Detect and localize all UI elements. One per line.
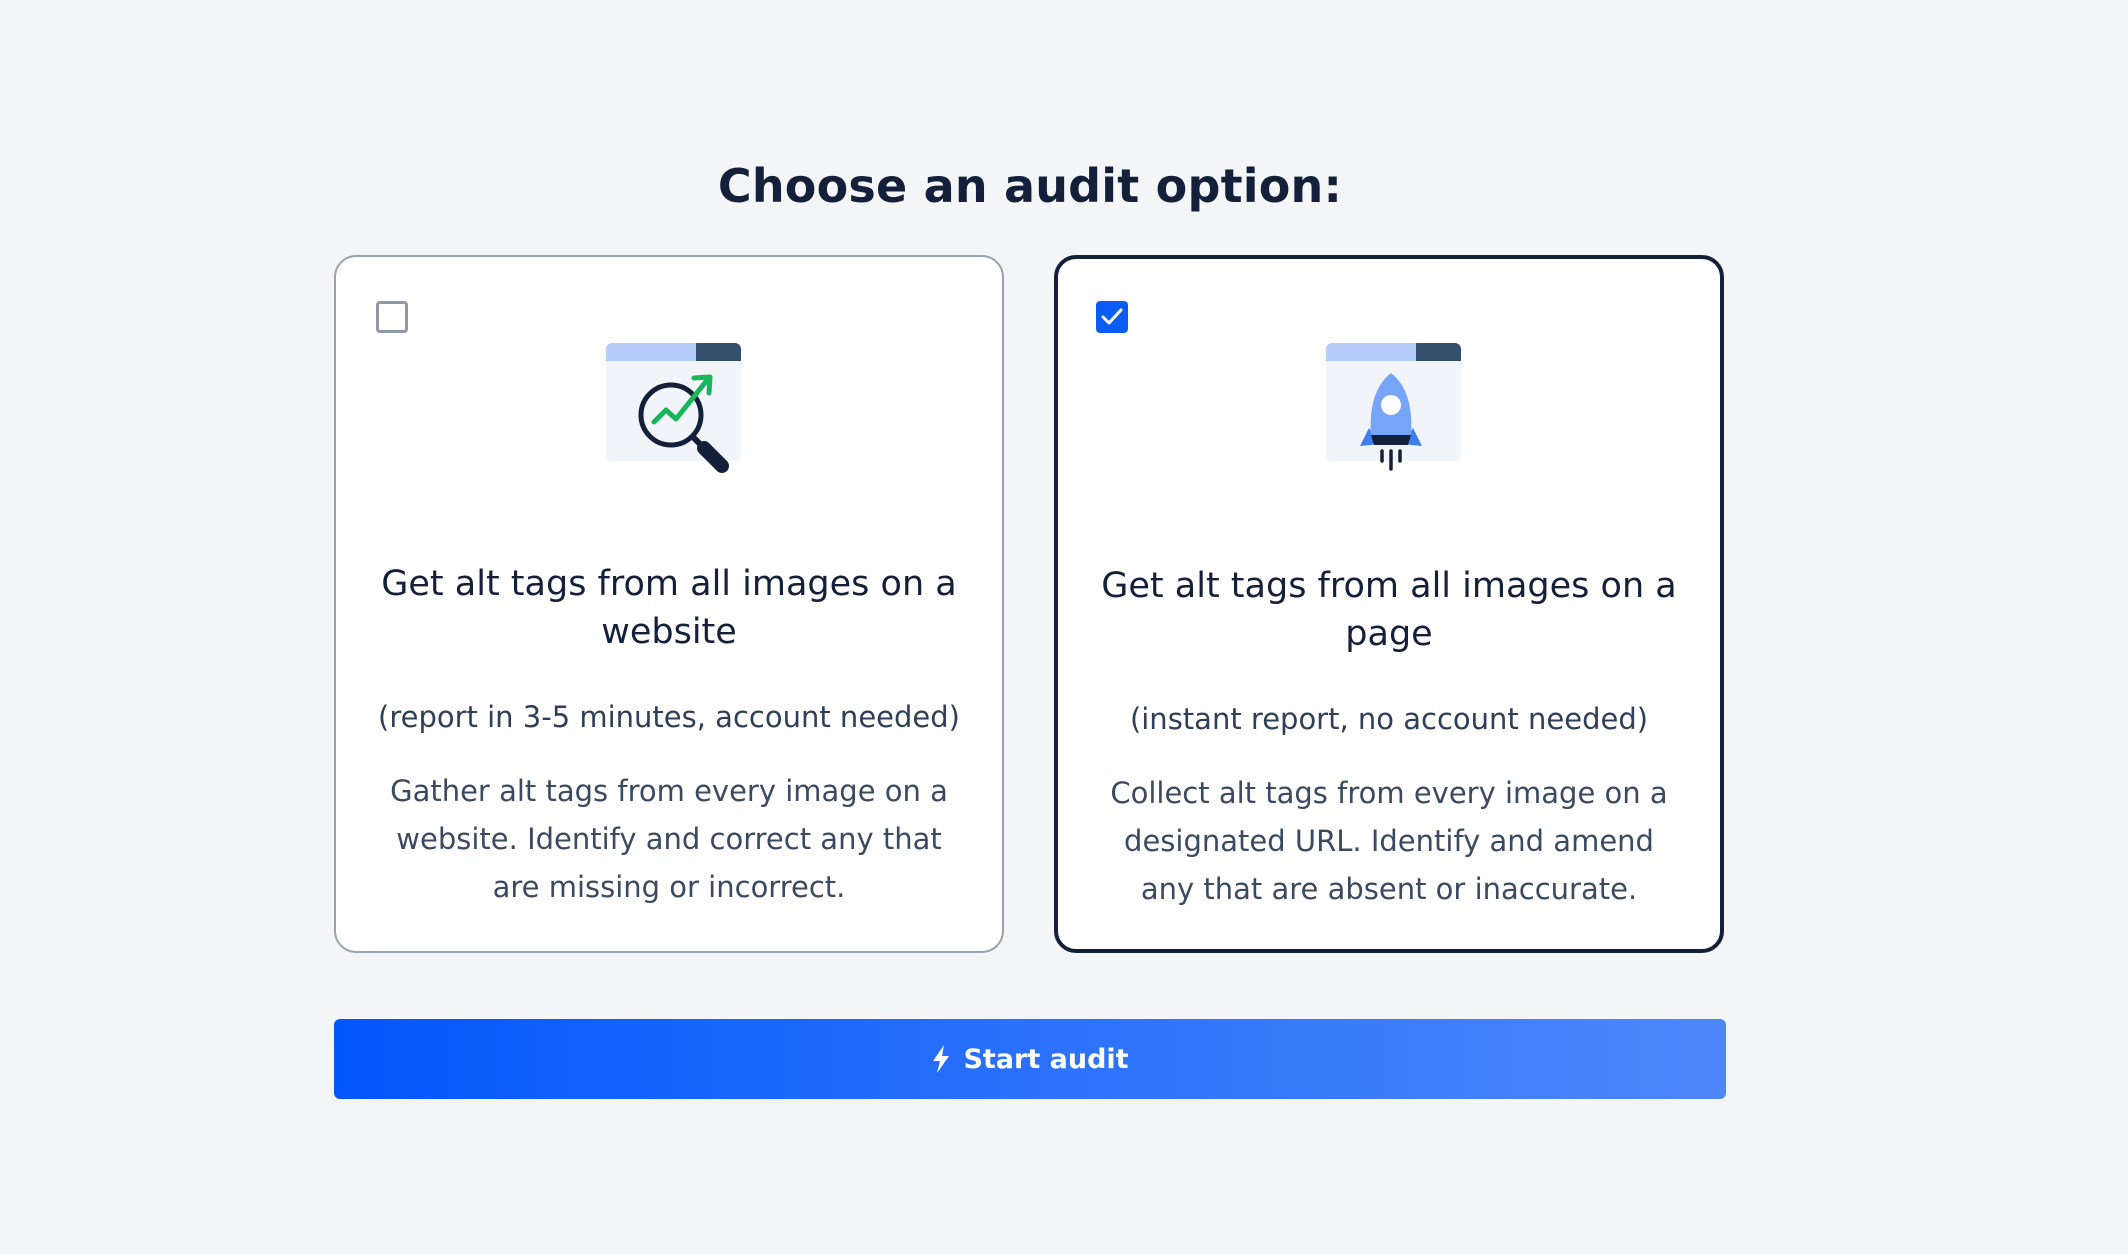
magnifier-chart-icon	[606, 343, 741, 473]
website-option-subtitle: (report in 3-5 minutes, account needed)	[378, 700, 960, 734]
audit-option-website-card[interactable]: Get alt tags from all images on a websit…	[334, 255, 1004, 953]
start-audit-button[interactable]: Start audit	[334, 1019, 1726, 1099]
start-audit-label: Start audit	[963, 1043, 1129, 1075]
rocket-icon	[1326, 343, 1461, 471]
website-option-title: Get alt tags from all images on a websit…	[381, 564, 957, 652]
page-option-subtitle: (instant report, no account needed)	[1129, 702, 1649, 736]
page-option-description: Collect alt tags from every image on a d…	[1110, 776, 1668, 906]
audit-option-page-card[interactable]: Get alt tags from all images on a page (…	[1054, 255, 1724, 953]
page-title: Choose an audit option:	[717, 158, 1343, 213]
page-option-title: Get alt tags from all images on a page	[1101, 566, 1677, 654]
checkmark-icon	[1101, 308, 1123, 325]
website-option-checkbox[interactable]	[376, 301, 408, 333]
website-option-description: Gather alt tags from every image on a we…	[390, 774, 948, 904]
lightning-bolt-icon	[933, 1045, 950, 1073]
page-option-checkbox[interactable]	[1096, 301, 1128, 333]
